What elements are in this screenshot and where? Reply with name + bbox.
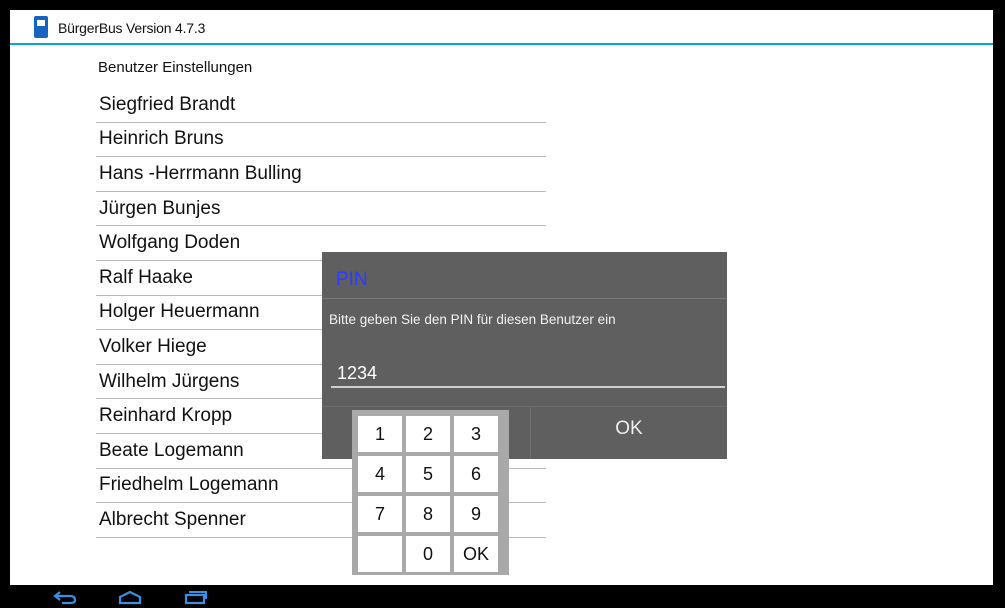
key-blank bbox=[358, 536, 402, 572]
key-ok[interactable]: OK bbox=[454, 536, 498, 572]
home-icon[interactable] bbox=[115, 587, 145, 607]
user-name: Beate Logemann bbox=[99, 439, 244, 461]
system-nav-bar bbox=[10, 585, 993, 608]
user-name: Heinrich Bruns bbox=[99, 128, 224, 150]
key-0[interactable]: 0 bbox=[406, 536, 450, 572]
user-name: Jürgen Bunjes bbox=[99, 197, 221, 219]
user-name: Holger Heuermann bbox=[99, 301, 260, 323]
page-heading: Benutzer Einstellungen bbox=[98, 59, 253, 76]
key-6[interactable]: 6 bbox=[454, 456, 498, 492]
app-screen: BürgerBus Version 4.7.3 Benutzer Einstel… bbox=[10, 10, 993, 585]
recent-apps-icon[interactable] bbox=[180, 587, 210, 607]
user-name: Siegfried Brandt bbox=[99, 93, 236, 115]
key-8[interactable]: 8 bbox=[406, 496, 450, 532]
dialog-message: Bitte geben Sie den PIN für diesen Benut… bbox=[329, 312, 616, 327]
dialog-ok-button[interactable]: OK bbox=[531, 407, 727, 459]
user-name: Wilhelm Jürgens bbox=[99, 370, 240, 392]
user-list-item[interactable]: Jürgen Bunjes bbox=[96, 192, 546, 227]
key-4[interactable]: 4 bbox=[358, 456, 402, 492]
user-name: Volker Hiege bbox=[99, 335, 207, 357]
pin-input[interactable] bbox=[331, 360, 725, 388]
key-1[interactable]: 1 bbox=[358, 416, 402, 452]
user-name: Albrecht Spenner bbox=[99, 508, 246, 530]
key-3[interactable]: 3 bbox=[454, 416, 498, 452]
user-list-item[interactable]: Heinrich Bruns bbox=[96, 123, 546, 158]
numeric-keypad: 1 2 3 4 5 6 7 8 9 0 OK bbox=[352, 410, 509, 575]
user-name: Wolfgang Doden bbox=[99, 232, 241, 254]
user-name: Hans -Herrmann Bulling bbox=[99, 162, 302, 184]
user-name: Ralf Haake bbox=[99, 266, 193, 288]
key-9[interactable]: 9 bbox=[454, 496, 498, 532]
user-name: Friedhelm Logemann bbox=[99, 474, 279, 496]
back-icon[interactable] bbox=[50, 587, 80, 607]
app-title: BürgerBus Version 4.7.3 bbox=[58, 20, 206, 36]
dialog-title-divider bbox=[322, 298, 727, 299]
user-list-item[interactable]: Hans -Herrmann Bulling bbox=[96, 157, 546, 192]
key-5[interactable]: 5 bbox=[406, 456, 450, 492]
title-bar: BürgerBus Version 4.7.3 bbox=[10, 10, 993, 45]
user-list-item[interactable]: Siegfried Brandt bbox=[96, 88, 546, 123]
key-7[interactable]: 7 bbox=[358, 496, 402, 532]
user-name: Reinhard Kropp bbox=[99, 405, 233, 427]
app-bus-icon bbox=[34, 16, 48, 38]
key-2[interactable]: 2 bbox=[406, 416, 450, 452]
dialog-title: PIN bbox=[336, 269, 368, 290]
